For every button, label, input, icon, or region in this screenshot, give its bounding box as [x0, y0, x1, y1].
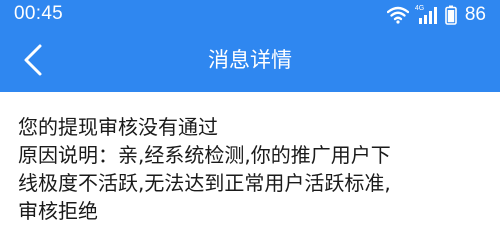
- page-title: 消息详情: [208, 48, 292, 72]
- signal-icon: [418, 7, 437, 24]
- cellular-signal: 4G: [415, 5, 439, 25]
- message-heading: 您的提现审核没有通过: [18, 115, 218, 139]
- battery-percent: 86: [464, 4, 486, 25]
- message-body-line: 审核拒绝: [18, 199, 98, 223]
- message-body-line: 原因说明：亲,经系统检测,你的推广用户下: [18, 143, 391, 167]
- status-bar: 00:45 4G 86: [0, 0, 500, 30]
- status-icons: 4G 86: [386, 4, 486, 26]
- wifi-icon: [386, 6, 409, 24]
- navigation-bar: 消息详情: [0, 30, 500, 92]
- message-body-line: 线极度不活跃,无法达到正常用户活跃标准,: [18, 171, 391, 195]
- app-header: 00:45 4G 86 消息详情: [0, 0, 500, 92]
- status-time: 00:45: [14, 3, 64, 24]
- message-content: 您的提现审核没有通过 原因说明：亲,经系统检测,你的推广用户下 线极度不活跃,无…: [18, 113, 488, 225]
- battery-icon: [445, 5, 457, 25]
